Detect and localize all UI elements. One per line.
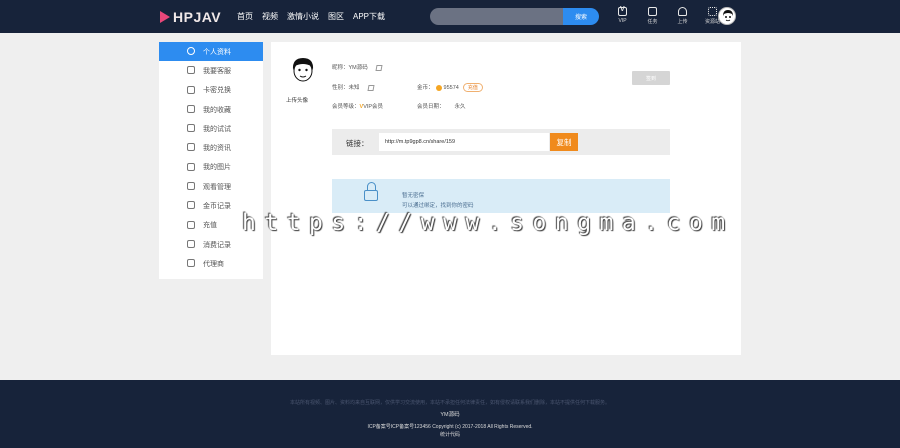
receipt-icon: [187, 239, 195, 248]
tool-vip[interactable]: VIP: [614, 6, 631, 25]
member-level: VIP会员: [363, 104, 384, 110]
nav-app-download[interactable]: APP下载: [353, 11, 385, 22]
sidebar-item-label: 卡密兑换: [203, 87, 231, 95]
nav-home[interactable]: 首页: [237, 11, 253, 22]
play-icon: [160, 11, 170, 23]
upload-icon: [648, 7, 657, 16]
header-tools: VIP 任务 上传 资源站: [614, 6, 721, 25]
sidebar-item-label: 代理商: [203, 260, 224, 268]
logo-text: HPJAV: [173, 9, 222, 25]
sidebar-item-spending[interactable]: 消费记录: [159, 235, 263, 254]
share-link-input[interactable]: [379, 133, 549, 151]
sidebar-item-label: 我的资讯: [203, 145, 231, 153]
sidebar-item-label: 我的试试: [203, 125, 231, 133]
cloud-icon: [678, 7, 687, 16]
face-icon: [723, 10, 733, 22]
sign-in-button[interactable]: 签到: [632, 71, 670, 85]
avatar[interactable]: [289, 56, 317, 86]
sidebar-item-card-redeem[interactable]: 卡密兑换: [159, 81, 263, 100]
sidebar-item-label: 我要客服: [203, 67, 231, 75]
tool-label: 任务: [647, 19, 658, 25]
nav-videos[interactable]: 视频: [262, 11, 278, 22]
top-navigation-bar: HPJAV 首页 视频 激情小说 图区 APP下载 搜索 VIP 任务 上传 资…: [0, 0, 900, 33]
expire-value: 永久: [454, 104, 466, 110]
search-bar: 搜索: [430, 8, 599, 25]
expire-row: 会员日期： 永久: [417, 102, 466, 110]
footer: 本站所有视频、图片、资料均来自互联网，仅供学习交流使用，本站不承担任何法律责任，…: [0, 380, 900, 448]
sidebar-item-label: 充值: [203, 222, 217, 230]
site-logo[interactable]: HPJAV: [160, 9, 221, 25]
gender-label: 性别：: [332, 85, 349, 91]
sidebar-item-label: 金币记录: [203, 203, 231, 211]
member-row: 会员等级：VVIP会员: [332, 102, 383, 110]
user-center-sidebar: 个人资料 我要客服 卡密兑换 我的收藏 我的试试 我的资讯 我的图片 观看管理 …: [159, 42, 263, 279]
share-link-bar: 链接： 复制: [332, 129, 670, 155]
film-icon: [187, 124, 195, 133]
ticket-icon: [187, 85, 195, 94]
sidebar-item-my-videos[interactable]: 我的试试: [159, 119, 263, 138]
sidebar-item-label: 我的图片: [203, 164, 231, 172]
security-desc: 可以通过绑定，找到你的密码: [402, 203, 474, 209]
coin-icon: [435, 84, 442, 91]
nav-novels[interactable]: 激情小说: [287, 11, 319, 22]
user-icon: [187, 47, 195, 55]
settings-icon: [187, 182, 195, 191]
gold-value: 95574: [443, 85, 459, 91]
upload-avatar-link[interactable]: 上传头像: [286, 96, 308, 104]
sidebar-item-watch-manage[interactable]: 观看管理: [159, 177, 263, 196]
agent-icon: [187, 259, 195, 268]
tool-label: VIP: [618, 18, 627, 24]
member-label: 会员等级：: [332, 104, 360, 110]
profile-panel: 上传头像 昵称：YM源码 性别：未知 金币： 95574 充值 会员等级：VVIP会…: [271, 42, 741, 355]
recharge-button[interactable]: 充值: [462, 83, 483, 92]
sidebar-item-profile[interactable]: 个人资料: [159, 42, 263, 62]
footer-site-name[interactable]: YM源码: [0, 410, 900, 418]
tool-upload[interactable]: 上传: [674, 7, 691, 25]
share-link-label: 链接：: [346, 139, 369, 148]
sidebar-item-agent[interactable]: 代理商: [159, 254, 263, 273]
cart-icon: [187, 220, 195, 229]
main-nav: 首页 视频 激情小说 图区 APP下载: [237, 11, 385, 22]
footer-disclaimer: 本站所有视频、图片、资料均来自互联网，仅供学习交流使用，本站不承担任何法律责任，…: [289, 400, 610, 406]
lock-icon: [364, 182, 378, 201]
watermark: https://www.songma.com: [242, 210, 734, 236]
edit-icon[interactable]: [367, 84, 375, 91]
security-title: 暂无密保: [402, 193, 425, 199]
nickname-label: 昵称：: [332, 65, 349, 71]
sidebar-item-customer-service[interactable]: 我要客服: [159, 61, 263, 80]
doc-icon: [187, 143, 195, 152]
search-input[interactable]: [430, 8, 563, 25]
nickname-value: YM源码: [348, 65, 368, 71]
star-icon: [187, 104, 195, 113]
sidebar-item-my-articles[interactable]: 我的资讯: [159, 138, 263, 157]
tool-task[interactable]: 任务: [644, 7, 661, 25]
edit-icon[interactable]: [375, 64, 383, 71]
nickname-row: 昵称：YM源码: [332, 63, 383, 71]
sidebar-item-my-images[interactable]: 我的图片: [159, 158, 263, 177]
gold-row: 金币： 95574 充值: [417, 83, 483, 92]
alarm-icon: [187, 66, 195, 75]
gender-value: 未知: [348, 85, 360, 91]
search-button[interactable]: 搜索: [563, 8, 599, 25]
expire-label: 会员日期：: [417, 104, 445, 110]
sidebar-item-favorites[interactable]: 我的收藏: [159, 100, 263, 119]
sidebar-item-label: 观看管理: [203, 183, 231, 191]
gender-row: 性别：未知: [332, 83, 375, 91]
tool-label: 上传: [677, 19, 688, 25]
gold-label: 金币：: [417, 85, 434, 91]
security-notice: 暂无密保 可以通过绑定，找到你的密码: [332, 179, 670, 213]
sidebar-item-label: 我的收藏: [203, 106, 231, 114]
copy-button[interactable]: 复制: [550, 133, 578, 151]
image-icon: [187, 162, 195, 171]
footer-copyright: ICP备案号ICP备案号123456 Copyright (c) 2017-20…: [367, 424, 533, 430]
user-avatar[interactable]: [718, 7, 736, 25]
nav-gallery[interactable]: 图区: [328, 11, 344, 22]
vip-icon: [618, 6, 627, 16]
grid-icon: [708, 7, 717, 16]
footer-stats: 统计代码: [439, 432, 460, 438]
coin-icon: [187, 201, 195, 210]
sidebar-item-label: 个人资料: [203, 48, 231, 56]
sidebar-item-label: 消费记录: [203, 241, 231, 249]
